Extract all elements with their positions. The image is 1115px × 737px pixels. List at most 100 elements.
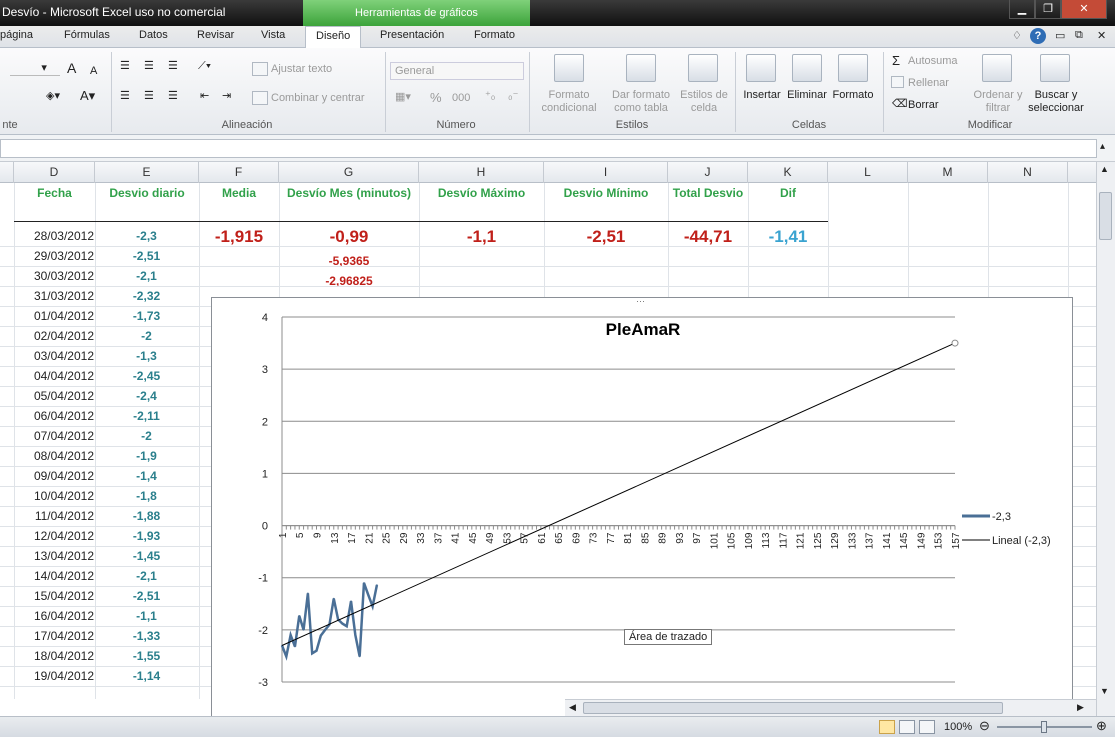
close-button[interactable]: ✕ bbox=[1061, 0, 1107, 19]
date-cell[interactable]: 05/04/2012 bbox=[14, 389, 94, 403]
date-cell[interactable]: 13/04/2012 bbox=[14, 549, 94, 563]
align-top-icon[interactable]: ☰ bbox=[120, 60, 130, 73]
desvio-cell[interactable]: -1,33 bbox=[95, 629, 198, 643]
increase-indent-icon[interactable]: ⇥ bbox=[222, 90, 231, 103]
find-select-button[interactable]: Buscar y seleccionar bbox=[1024, 89, 1088, 115]
desvio-cell[interactable]: -1,88 bbox=[95, 509, 198, 523]
desvio-cell[interactable]: -2 bbox=[95, 329, 198, 343]
desvio-cell[interactable]: -1,55 bbox=[95, 649, 198, 663]
date-cell[interactable]: 17/04/2012 bbox=[14, 629, 94, 643]
date-cell[interactable]: 11/04/2012 bbox=[14, 509, 94, 523]
desvio-cell[interactable]: -1,3 bbox=[95, 349, 198, 363]
font-size-dropdown[interactable]: ​ ▾ bbox=[10, 62, 60, 76]
align-bottom-icon[interactable]: ☰ bbox=[168, 60, 178, 73]
format-button[interactable]: Formato bbox=[830, 89, 876, 102]
date-cell[interactable]: 28/03/2012 bbox=[14, 229, 94, 243]
desvio-cell[interactable]: -1,8 bbox=[95, 489, 198, 503]
tab-data[interactable]: Datos bbox=[139, 29, 168, 41]
column-header-k[interactable]: K bbox=[748, 162, 828, 183]
tab-page-layout[interactable]: página bbox=[0, 29, 33, 41]
thousands-button[interactable]: 000 bbox=[452, 92, 470, 105]
date-cell[interactable]: 02/04/2012 bbox=[14, 329, 94, 343]
line-chart[interactable]: -3-2-1012341 5 9 13 17 21 25 29 33 37 41 45 49 53 57 61… bbox=[212, 298, 1073, 727]
tab-layout[interactable]: Presentación bbox=[380, 29, 444, 41]
orientation-icon[interactable]: ⟋▾ bbox=[198, 60, 211, 73]
column-header-d[interactable]: D bbox=[14, 162, 95, 183]
formula-input[interactable] bbox=[0, 139, 1097, 158]
column-header-j[interactable]: J bbox=[668, 162, 748, 183]
doc-close-button[interactable]: ✕ bbox=[1097, 29, 1106, 42]
date-cell[interactable]: 07/04/2012 bbox=[14, 429, 94, 443]
accounting-format-icon[interactable]: ▦▾ bbox=[395, 91, 411, 104]
align-middle-icon[interactable]: ☰ bbox=[144, 60, 154, 73]
date-cell[interactable]: 10/04/2012 bbox=[14, 489, 94, 503]
column-header-g[interactable]: G bbox=[279, 162, 419, 183]
desvio-cell[interactable]: -2,51 bbox=[95, 589, 198, 603]
scroll-right-arrow[interactable]: ▶ bbox=[1077, 702, 1084, 713]
maximize-button[interactable]: ❐ bbox=[1035, 0, 1061, 19]
desvio-cell[interactable]: -1,4 bbox=[95, 469, 198, 483]
desvio-cell[interactable]: -1,45 bbox=[95, 549, 198, 563]
format-as-table-button[interactable]: Dar formato como tabla bbox=[606, 89, 676, 115]
clear-button[interactable]: Borrar bbox=[908, 99, 939, 112]
desvio-cell[interactable]: -1,9 bbox=[95, 449, 198, 463]
minimize-button[interactable]: ▁ bbox=[1009, 0, 1035, 19]
date-cell[interactable]: 16/04/2012 bbox=[14, 609, 94, 623]
tab-view[interactable]: Vista bbox=[261, 29, 285, 41]
expand-formula-icon[interactable]: ▴ bbox=[1100, 141, 1105, 152]
doc-minimize-button[interactable]: ▭ bbox=[1055, 29, 1065, 42]
autosum-button[interactable]: Autosuma bbox=[908, 55, 958, 68]
chart-object[interactable]: -3 -2 -1 0 1 2 3 4 1 5 9 13 17 21 25 29 33 37 41 45 49 53 57 61… bbox=[211, 297, 1073, 727]
date-cell[interactable]: 29/03/2012 bbox=[14, 249, 94, 263]
fill-color-icon[interactable]: ◈▾ bbox=[46, 90, 60, 103]
date-cell[interactable]: 15/04/2012 bbox=[14, 589, 94, 603]
zoom-slider-thumb[interactable] bbox=[1041, 721, 1047, 733]
scroll-down-arrow[interactable]: ▼ bbox=[1100, 686, 1109, 696]
align-left-icon[interactable]: ☰ bbox=[120, 90, 130, 103]
help-icon[interactable]: ? bbox=[1030, 28, 1046, 44]
desvio-cell[interactable]: -2,32 bbox=[95, 289, 198, 303]
delete-button[interactable]: Eliminar bbox=[784, 89, 830, 102]
font-color-icon[interactable]: A▾ bbox=[80, 89, 95, 102]
scroll-left-arrow[interactable]: ◀ bbox=[569, 702, 576, 713]
align-center-icon[interactable]: ☰ bbox=[144, 90, 154, 103]
tab-review[interactable]: Revisar bbox=[197, 29, 234, 41]
desvio-cell[interactable]: -2,3 bbox=[95, 229, 198, 243]
normal-view-icon[interactable] bbox=[879, 720, 895, 734]
column-header-e[interactable]: E bbox=[95, 162, 199, 183]
desvio-cell[interactable]: -2,1 bbox=[95, 269, 198, 283]
date-cell[interactable]: 01/04/2012 bbox=[14, 309, 94, 323]
horizontal-scrollbar[interactable]: ◀ ▶ bbox=[565, 699, 1096, 716]
zoom-level[interactable]: 100% bbox=[944, 721, 972, 733]
tab-format[interactable]: Formato bbox=[474, 29, 515, 41]
horizontal-scroll-thumb[interactable] bbox=[583, 702, 1003, 714]
increase-decimal-icon[interactable]: ⁺₀ bbox=[485, 90, 495, 103]
date-cell[interactable]: 04/04/2012 bbox=[14, 369, 94, 383]
tab-formulas[interactable]: Fórmulas bbox=[64, 29, 110, 41]
select-all-corner[interactable] bbox=[0, 162, 14, 183]
date-cell[interactable]: 12/04/2012 bbox=[14, 529, 94, 543]
date-cell[interactable]: 19/04/2012 bbox=[14, 669, 94, 683]
date-cell[interactable]: 31/03/2012 bbox=[14, 289, 94, 303]
merge-center-button[interactable]: Combinar y centrar bbox=[271, 92, 365, 105]
decrease-font-button[interactable]: A bbox=[90, 65, 97, 78]
wrap-text-button[interactable]: Ajustar texto bbox=[271, 63, 332, 76]
desvio-cell[interactable]: -1,14 bbox=[95, 669, 198, 683]
date-cell[interactable]: 09/04/2012 bbox=[14, 469, 94, 483]
desvio-cell[interactable]: -1,1 bbox=[95, 609, 198, 623]
column-header-m[interactable]: M bbox=[908, 162, 988, 183]
desvio-cell[interactable]: -2,11 bbox=[95, 409, 198, 423]
collapse-ribbon-icon[interactable]: ♢ bbox=[1012, 29, 1022, 42]
insert-button[interactable]: Insertar bbox=[740, 89, 784, 102]
date-cell[interactable]: 14/04/2012 bbox=[14, 569, 94, 583]
number-format-dropdown[interactable]: General bbox=[390, 62, 524, 80]
desvio-cell[interactable]: -1,93 bbox=[95, 529, 198, 543]
scroll-up-arrow[interactable]: ▲ bbox=[1100, 164, 1109, 174]
desvio-cell[interactable]: -2,4 bbox=[95, 389, 198, 403]
desvio-cell[interactable]: -2,51 bbox=[95, 249, 198, 263]
desvio-cell[interactable]: -1,73 bbox=[95, 309, 198, 323]
date-cell[interactable]: 03/04/2012 bbox=[14, 349, 94, 363]
zoom-out-button[interactable]: ⊖ bbox=[979, 718, 990, 734]
zoom-in-button[interactable]: ⊕ bbox=[1096, 718, 1107, 734]
decrease-indent-icon[interactable]: ⇤ bbox=[200, 90, 209, 103]
